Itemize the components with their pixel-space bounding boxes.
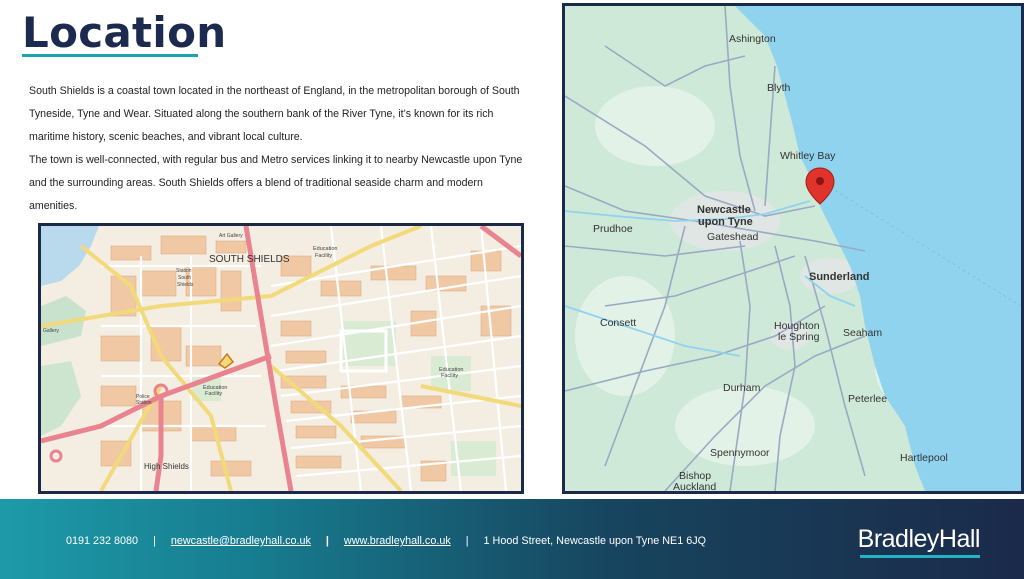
footer-separator: |	[465, 535, 469, 547]
street-label-police-b: Station	[136, 400, 152, 406]
place-whitley-bay: Whitley Bay	[780, 150, 836, 162]
street-map-drawing: SOUTH SHIELDS High Shields Education Fac…	[41, 226, 521, 491]
brand-logo-underline	[860, 555, 980, 558]
region-map-drawing: Ashington Blyth Whitley Bay Newcastle up…	[565, 6, 1021, 491]
street-label-station: Station	[176, 268, 192, 274]
footer-website-link[interactable]: www.bradleyhall.co.uk	[344, 535, 451, 547]
footer-separator: |	[325, 535, 329, 547]
street-map: SOUTH SHIELDS High Shields Education Fac…	[38, 223, 524, 494]
place-spennymoor: Spennymoor	[710, 447, 770, 459]
intro-text: South Shields is a coastal town located …	[29, 80, 529, 218]
intro-paragraph-2: The town is well-connected, with regular…	[29, 154, 523, 212]
street-label-south: South	[178, 275, 191, 281]
place-prudhoe: Prudhoe	[593, 223, 633, 235]
place-seaham: Seaham	[843, 327, 882, 339]
footer-separator: |	[153, 535, 156, 547]
footer: 0191 232 8080 | newcastle@bradleyhall.co.u…	[0, 499, 1024, 579]
place-sunderland: Sunderland	[809, 271, 870, 283]
street-label-education-1b: Facility	[315, 253, 332, 259]
page-title: Location	[22, 8, 227, 57]
street-label-education-2b: Facility	[441, 373, 458, 379]
intro-paragraph-1: South Shields is a coastal town located …	[29, 85, 520, 143]
street-label-south-shields: SOUTH SHIELDS	[209, 254, 290, 265]
region-map: Ashington Blyth Whitley Bay Newcastle up…	[562, 3, 1024, 494]
street-label-shields: Shields	[177, 282, 194, 288]
place-consett: Consett	[600, 317, 636, 329]
street-label-education-3b: Facility	[205, 391, 222, 397]
title-underline	[22, 54, 198, 57]
place-ashington: Ashington	[729, 33, 776, 45]
place-newcastle-line2: upon Tyne	[698, 216, 753, 228]
place-blyth: Blyth	[767, 82, 791, 94]
place-houghton-line2: le Spring	[778, 331, 820, 343]
place-gateshead: Gateshead	[707, 231, 759, 243]
place-hartlepool: Hartlepool	[900, 452, 948, 464]
footer-contact-bar: 0191 232 8080 | newcastle@bradleyhall.co.u…	[66, 535, 706, 547]
place-durham: Durham	[723, 382, 761, 394]
street-label-gallery: Gallery	[43, 328, 59, 334]
place-peterlee: Peterlee	[848, 393, 887, 405]
footer-address: 1 Hood Street, Newcastle upon Tyne NE1 6…	[483, 535, 707, 547]
street-label-art-gallery: Art Gallery	[219, 233, 243, 239]
street-label-high-shields: High Shields	[144, 462, 189, 471]
brand-logo: BradleyHall	[857, 525, 981, 553]
footer-phone: 0191 232 8080	[66, 535, 139, 547]
street-label-education-1: Education	[313, 246, 337, 252]
place-newcastle-line1: Newcastle	[697, 204, 751, 216]
place-bishop-line2: Auckland	[673, 481, 716, 491]
footer-email-link[interactable]: newcastle@bradleyhall.co.uk	[171, 535, 311, 547]
